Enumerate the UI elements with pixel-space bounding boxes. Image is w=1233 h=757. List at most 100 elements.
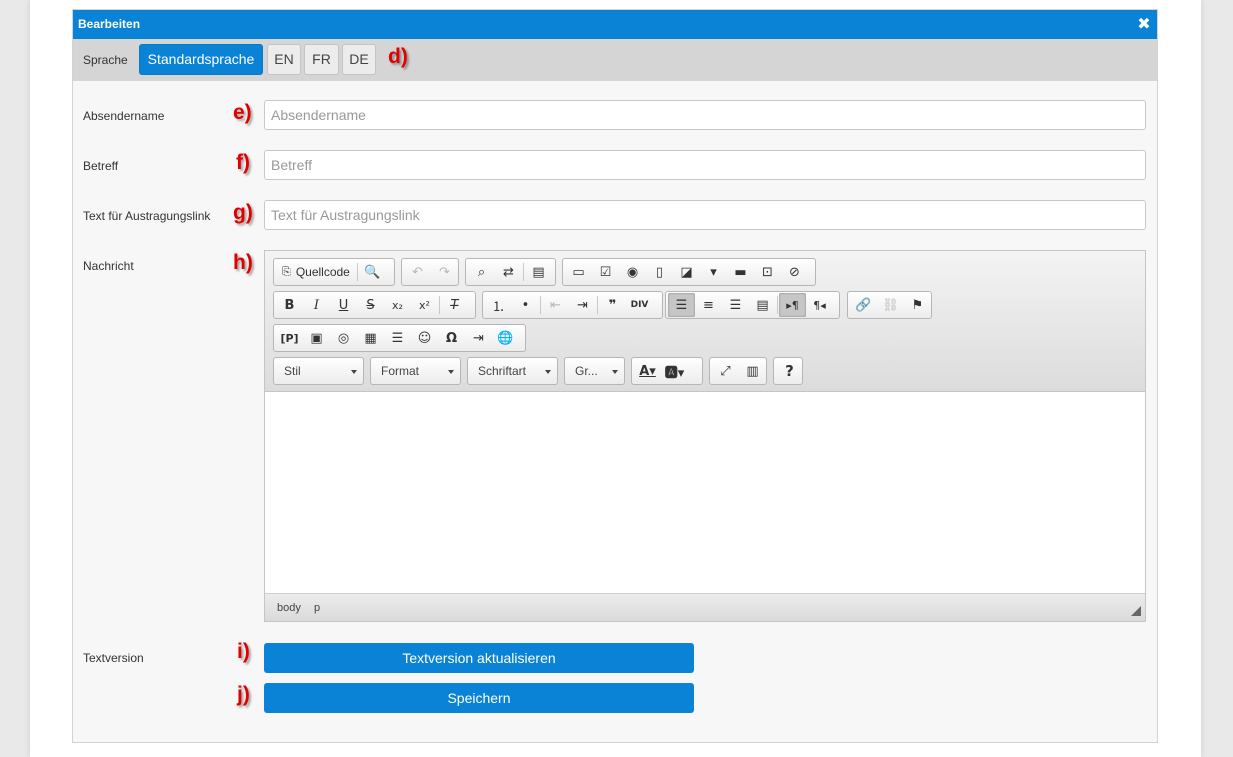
flash-icon[interactable]: ◎ <box>330 326 357 350</box>
language-bar: Sprache Standardsprache EN FR DE d) <box>73 39 1157 81</box>
preview-icon[interactable]: 🔍 <box>359 260 386 284</box>
placeholder-icon[interactable]: [P] <box>276 326 303 350</box>
toolbar-group-links: 🔗 ⛓ ⚑ <box>847 291 932 319</box>
anchor-icon[interactable]: ⚑ <box>904 293 931 317</box>
toolbar-separator <box>597 296 598 314</box>
replace-icon[interactable]: ⇄ <box>495 260 522 284</box>
select-icon[interactable]: ▾ <box>700 260 727 284</box>
message-label: Nachricht <box>83 259 134 273</box>
table-icon[interactable]: ▦ <box>357 326 384 350</box>
format-combo[interactable]: Format <box>370 357 461 385</box>
image-button-icon[interactable]: ⊡ <box>754 260 781 284</box>
align-right-icon[interactable]: ☰ <box>722 293 749 317</box>
undo-icon[interactable]: ↶ <box>404 260 431 284</box>
textarea-icon[interactable]: ◪ <box>673 260 700 284</box>
find-icon[interactable]: ⌕ <box>468 260 495 284</box>
redo-icon[interactable]: ↷ <box>431 260 458 284</box>
special-char-icon[interactable]: Ω <box>438 326 465 350</box>
path-item-body[interactable]: body <box>277 594 301 622</box>
toolbar-group-find: ⌕ ⇄ ▤ <box>465 258 556 286</box>
link-icon[interactable]: 🔗 <box>850 293 877 317</box>
editor-footer: body p <box>265 593 1145 621</box>
dialog-title: Bearbeiten <box>78 17 141 31</box>
numbered-list-icon[interactable]: ⒈ <box>485 293 512 317</box>
help-icon[interactable]: ? <box>776 359 803 383</box>
marker-g: g) <box>233 201 253 224</box>
underline-icon[interactable]: U <box>330 293 357 317</box>
lang-fr-button[interactable]: FR <box>304 44 339 75</box>
iframe-icon[interactable]: 🌐 <box>492 326 519 350</box>
unsubscribe-text-label: Text für Austragungslink <box>83 209 211 223</box>
select-all-icon[interactable]: ▤ <box>525 260 552 284</box>
toolbar-group-help: ? <box>773 357 803 385</box>
hidden-field-icon[interactable]: ⊘ <box>781 260 808 284</box>
update-text-version-button[interactable]: Textversion aktualisieren <box>264 643 694 673</box>
subscript-icon[interactable]: x₂ <box>384 293 411 317</box>
toolbar-separator <box>439 296 440 314</box>
style-combo-label: Stil <box>284 364 301 378</box>
remove-format-icon[interactable]: T̶ <box>441 293 468 317</box>
source-button-label: Quellcode <box>295 265 350 279</box>
lang-en-button[interactable]: EN <box>267 44 301 75</box>
bg-color-icon[interactable]: 🅰▾ <box>661 359 688 383</box>
font-combo[interactable]: Schriftart <box>467 357 558 385</box>
size-combo[interactable]: Gr... <box>564 357 625 385</box>
toolbar-group-insert: [P] ▣ ◎ ▦ ☰ ☺ Ω ⇥ 🌐 <box>273 324 526 352</box>
justify-icon[interactable]: ▤ <box>749 293 776 317</box>
bold-icon[interactable]: B <box>276 293 303 317</box>
editor-toolbar: ⎘ Quellcode 🔍 ↶ ↷ ⌕ ⇄ ▤ ▭ ☑ ◉ ▯ ◪ ▾ ▬ ⊡ … <box>265 251 1145 392</box>
checkbox-icon[interactable]: ☑ <box>592 260 619 284</box>
bulleted-list-icon[interactable]: • <box>512 293 539 317</box>
superscript-icon[interactable]: x² <box>411 293 438 317</box>
align-center-icon[interactable]: ≡ <box>695 293 722 317</box>
maximize-icon[interactable]: ⤢ <box>712 359 739 383</box>
subject-input[interactable] <box>264 150 1146 180</box>
language-label: Sprache <box>83 53 128 67</box>
horizontal-rule-icon[interactable]: ☰ <box>384 326 411 350</box>
text-color-icon[interactable]: A▾ <box>634 359 661 383</box>
chevron-down-icon <box>448 370 454 374</box>
toolbar-group-align: ☰ ≡ ☰ ▤ ▸¶ ¶◂ <box>665 291 840 319</box>
marker-d: d) <box>388 45 408 68</box>
ltr-icon[interactable]: ▸¶ <box>779 293 806 317</box>
toolbar-separator <box>356 263 358 281</box>
indent-icon[interactable]: ⇥ <box>569 293 596 317</box>
page-break-icon[interactable]: ⇥ <box>465 326 492 350</box>
radio-icon[interactable]: ◉ <box>619 260 646 284</box>
marker-j: j) <box>237 683 250 706</box>
textfield-icon[interactable]: ▯ <box>646 260 673 284</box>
form-icon[interactable]: ▭ <box>565 260 592 284</box>
marker-h: h) <box>233 251 253 274</box>
toolbar-group-colors: A▾ 🅰▾ <box>631 357 703 385</box>
marker-f: f) <box>236 151 250 174</box>
save-button[interactable]: Speichern <box>264 683 694 713</box>
source-button[interactable]: ⎘ Quellcode <box>276 260 356 284</box>
lang-de-button[interactable]: DE <box>342 44 376 75</box>
editor-content-area[interactable] <box>265 392 1145 593</box>
size-combo-label: Gr... <box>575 364 598 378</box>
path-item-p[interactable]: p <box>314 594 320 622</box>
close-icon[interactable]: ✖ <box>1136 10 1152 39</box>
rtl-icon[interactable]: ¶◂ <box>806 293 833 317</box>
text-version-label: Textversion <box>83 651 144 665</box>
italic-icon[interactable]: I <box>303 293 330 317</box>
marker-i: i) <box>237 640 250 663</box>
blockquote-icon[interactable]: ❞ <box>599 293 626 317</box>
button-icon[interactable]: ▬ <box>727 260 754 284</box>
sender-name-label: Absendername <box>83 109 165 123</box>
show-blocks-icon[interactable]: ▥ <box>739 359 766 383</box>
sender-name-input[interactable] <box>264 100 1146 130</box>
lang-standard-button[interactable]: Standardsprache <box>139 44 263 75</box>
toolbar-group-document: ⎘ Quellcode 🔍 <box>273 258 395 286</box>
toolbar-group-forms: ▭ ☑ ◉ ▯ ◪ ▾ ▬ ⊡ ⊘ <box>562 258 816 286</box>
resize-grip-icon[interactable] <box>1131 606 1141 616</box>
style-combo[interactable]: Stil <box>273 357 364 385</box>
unlink-icon[interactable]: ⛓ <box>877 293 904 317</box>
align-left-icon[interactable]: ☰ <box>668 293 695 317</box>
unsubscribe-text-input[interactable] <box>264 200 1146 230</box>
div-icon[interactable]: DIV <box>626 293 653 317</box>
strike-icon[interactable]: S <box>357 293 384 317</box>
smiley-icon[interactable]: ☺ <box>411 326 438 350</box>
outdent-icon[interactable]: ⇤ <box>542 293 569 317</box>
image-icon[interactable]: ▣ <box>303 326 330 350</box>
